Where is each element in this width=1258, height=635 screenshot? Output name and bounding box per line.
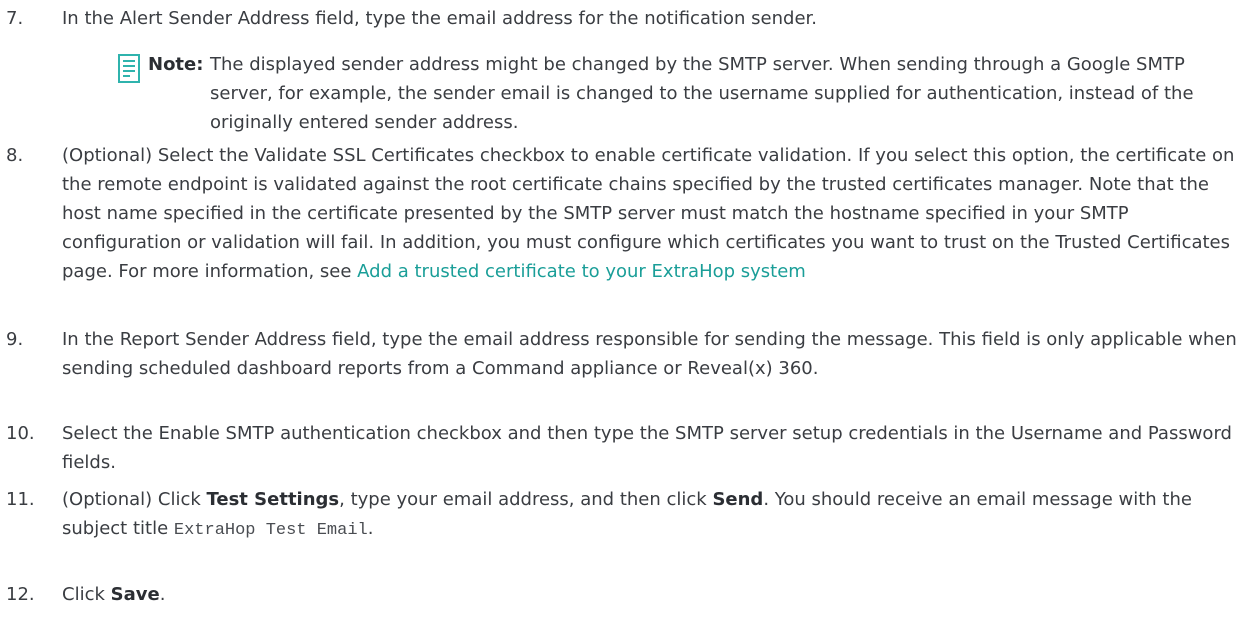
step-text: In the Alert Sender Address field, type …: [62, 8, 817, 29]
note-icon: [118, 54, 140, 83]
step-text: Click Save.: [62, 584, 166, 605]
send-label: Send: [712, 489, 764, 510]
step-text: Select the Enable SMTP authentication ch…: [62, 423, 1232, 473]
note-text: The displayed sender address might be ch…: [210, 54, 1194, 133]
step-text: In the Report Sender Address field, type…: [62, 329, 1237, 379]
step-text: (Optional) Click Test Settings, type you…: [62, 489, 1192, 540]
step-number: 12.: [6, 584, 35, 605]
save-label: Save: [110, 584, 160, 605]
test-settings-label: Test Settings: [206, 489, 340, 510]
step-number: 10.: [6, 423, 35, 444]
step-number: 7.: [6, 8, 24, 29]
subject-code: ExtraHop Test Email: [173, 521, 368, 540]
step-number: 9.: [6, 329, 24, 350]
trusted-certificate-link[interactable]: Add a trusted certificate to your ExtraH…: [357, 261, 806, 282]
step-number: 11.: [6, 489, 35, 510]
step-number: 8.: [6, 145, 24, 166]
document-page: 7. In the Alert Sender Address field, ty…: [0, 0, 1258, 635]
step-text: (Optional) Select the Validate SSL Certi…: [62, 145, 1235, 282]
note-label: Note:: [148, 54, 204, 75]
